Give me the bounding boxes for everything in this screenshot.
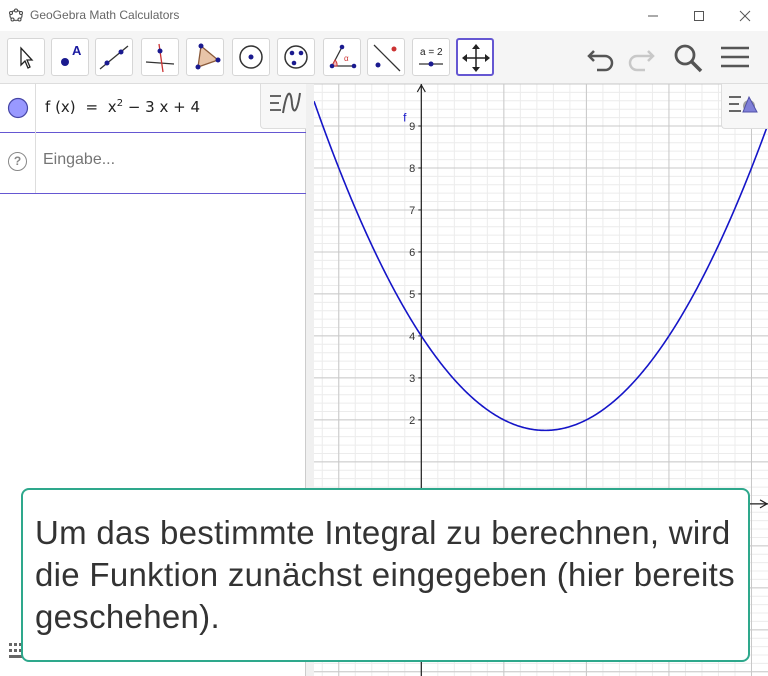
reflect-tool-button[interactable] <box>367 38 405 76</box>
minimize-button[interactable] <box>630 0 676 31</box>
perpendicular-line-tool-icon <box>145 43 175 73</box>
search-icon <box>674 44 703 73</box>
window-title: GeoGebra Math Calculators <box>30 8 180 22</box>
visibility-cell <box>0 84 36 132</box>
point-tool-icon: A <box>61 43 82 66</box>
slider-tool-button[interactable]: a = 2 <box>412 38 450 76</box>
svg-text:a = 2: a = 2 <box>420 47 443 58</box>
circle-three-points-tool-button[interactable] <box>277 38 315 76</box>
y-tick-label: 4 <box>409 331 415 343</box>
x-base: x <box>107 98 117 116</box>
maximize-button[interactable] <box>676 0 722 31</box>
algebra-input-field[interactable] <box>41 150 295 170</box>
close-icon <box>739 10 751 21</box>
algebra-style-button[interactable] <box>260 84 307 129</box>
y-tick-label: 8 <box>409 163 415 175</box>
toolbar: A α a = 2 <box>0 31 768 84</box>
function-name: f <box>45 98 51 116</box>
equals-sign: = <box>85 98 99 116</box>
move-graphics-tool-button[interactable] <box>456 38 494 76</box>
undo-icon <box>587 50 614 72</box>
minimize-icon <box>648 15 658 16</box>
y-tick-label: 5 <box>409 289 415 301</box>
circle-center-tool-icon <box>239 45 263 69</box>
graphics-style-icon <box>729 95 758 113</box>
redo-button[interactable] <box>623 41 657 75</box>
move-graphics-view-tool-icon <box>462 44 490 72</box>
line-tool-button[interactable] <box>95 38 133 76</box>
exponent: 2 <box>116 98 124 109</box>
visibility-toggle-point[interactable] <box>7 97 29 119</box>
y-tick-label: 3 <box>409 373 415 385</box>
geogebra-logo-icon <box>9 8 23 22</box>
caption-text: Um das bestimmte Integral zu berechnen, … <box>35 514 735 635</box>
help-cell: ? <box>0 132 36 193</box>
y-tick-label: 9 <box>409 121 415 133</box>
svg-text:A: A <box>72 43 82 58</box>
line-tool-icon <box>99 45 129 70</box>
function-curve-f[interactable] <box>314 100 768 432</box>
move-tool-icon <box>20 46 34 69</box>
svg-text:α: α <box>344 54 349 63</box>
function-terms: − 3 x + 4 <box>127 98 201 116</box>
undo-button[interactable] <box>585 41 619 75</box>
reflect-tool-icon <box>373 44 401 72</box>
y-tick-label: 2 <box>409 415 415 427</box>
polygon-tool-button[interactable] <box>186 38 224 76</box>
move-tool-button[interactable] <box>7 38 45 76</box>
menu-button[interactable] <box>718 41 752 75</box>
polygon-tool-icon <box>195 43 221 70</box>
maximize-icon <box>694 10 704 21</box>
help-icon[interactable]: ? <box>8 152 27 171</box>
y-tick-label: 7 <box>409 205 415 217</box>
slider-tool-icon: a = 2 <box>419 47 443 67</box>
circle-tool-button[interactable] <box>232 38 270 76</box>
close-button[interactable] <box>722 0 768 31</box>
search-button[interactable] <box>671 41 705 75</box>
tutorial-caption: Um das bestimmte Integral zu berechnen, … <box>21 488 750 662</box>
circle-three-points-tool-icon <box>284 45 308 69</box>
algebra-sort-icon <box>270 92 301 114</box>
algebra-input-row[interactable]: ? <box>0 132 306 194</box>
graphics-style-button[interactable] <box>721 84 768 129</box>
title-bar: GeoGebra Math Calculators <box>0 0 768 31</box>
function-argument: (x) <box>55 98 76 116</box>
hamburger-menu-icon <box>721 46 749 68</box>
angle-tool-button[interactable]: α <box>323 38 361 76</box>
perpendicular-tool-button[interactable] <box>141 38 179 76</box>
point-tool-button[interactable]: A <box>51 38 89 76</box>
function-definition[interactable]: f (x) = x2 − 3 x + 4 <box>45 98 200 116</box>
y-tick-label: 6 <box>409 247 415 259</box>
redo-icon <box>628 50 655 72</box>
angle-tool-icon: α <box>329 44 357 69</box>
